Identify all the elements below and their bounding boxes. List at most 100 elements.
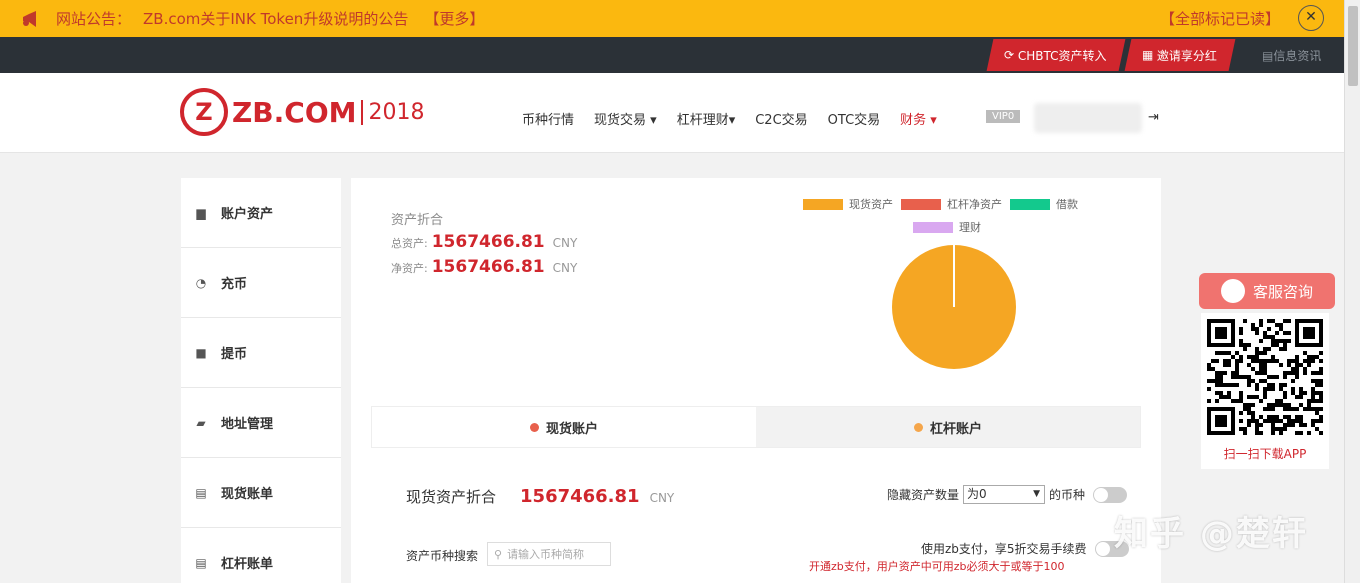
asset-summary-title: 资产折合 [391, 213, 444, 228]
top-bar: ⟳ CHBTC资产转入 ▦ 邀请享分红 ▤信息资讯 [0, 37, 1344, 73]
customer-service-button[interactable]: 客服咨询 [1199, 273, 1335, 309]
legend-label: 理财 [959, 221, 981, 234]
zb-pay-label: 使用zb支付，享5折交易手续费 [921, 542, 1087, 556]
account-tabs: 现货账户 杠杆账户 [371, 406, 1141, 448]
legend-item[interactable]: 借款 [1010, 196, 1078, 212]
sidebar-item-margin-ledger[interactable]: ▤ 杠杆账单 [181, 528, 341, 583]
sidebar-item-assets[interactable]: ▆ 账户资产 [181, 178, 341, 248]
ledger-icon: ▤ [195, 555, 207, 570]
nav-otc[interactable]: OTC交易 [828, 109, 881, 128]
nav-margin[interactable]: 杠杆理财▾ [677, 109, 736, 128]
net-assets-label: 净资产: [391, 262, 428, 275]
total-assets-value: 1567466.81 [431, 232, 545, 252]
main-nav: 币种行情 现货交易 ▾ 杠杆理财▾ C2C交易 OTC交易 财务 ▾ [522, 109, 957, 128]
zb-pay-control: 使用zb支付，享5折交易手续费 [921, 540, 1129, 557]
sidebar-item-deposit[interactable]: ◔ 充币 [181, 248, 341, 318]
net-assets-value: 1567466.81 [431, 257, 545, 277]
tab-label: 现货账户 [545, 421, 598, 437]
gift-icon: ▦ [1142, 48, 1158, 62]
qr-box: 扫一扫下载APP [1201, 313, 1329, 469]
sidebar-item-label: 现货账单 [221, 487, 274, 502]
chart-legend: 现货资产 杠杆净资产 借款理财 [803, 196, 1143, 242]
legend-label: 现货资产 [849, 198, 893, 211]
camera-icon: ▆ [196, 205, 206, 220]
site-logo[interactable]: Z ZB.COM 2018 [180, 88, 425, 136]
spot-asset-currency: CNY [649, 491, 675, 505]
invite-button[interactable]: ▦ 邀请享分红 [1124, 39, 1236, 71]
sidebar-item-label: 提币 [221, 347, 248, 362]
invite-label: 邀请享分红 [1157, 48, 1218, 63]
news-icon: ▤ [1262, 49, 1274, 63]
announcement-bar: 网站公告： ZB.com关于INK Token升级说明的公告 【更多】 【全部标… [0, 0, 1344, 37]
spot-asset-summary: 现货资产折合 1567466.81 CNY [406, 486, 674, 507]
refresh-icon: ⟳ [1004, 48, 1018, 62]
news-label: 信息资讯 [1273, 49, 1322, 63]
legend-swatch [913, 221, 953, 233]
search-input[interactable] [507, 547, 604, 561]
legend-item[interactable]: 杠杆净资产 [901, 196, 1002, 212]
tab-label: 杠杆账户 [929, 421, 982, 437]
sidebar: ▆ 账户资产 ◔ 充币 ■ 提币 ▰ 地址管理 ▤ 现货账单 ▤ 杠杆账单 [181, 178, 341, 583]
sidebar-item-withdraw[interactable]: ■ 提币 [181, 318, 341, 388]
spot-asset-value: 1567466.81 [520, 486, 640, 507]
watermark: 知乎 @楚轩 [1114, 514, 1308, 554]
nav-c2c[interactable]: C2C交易 [755, 109, 807, 128]
announcement-link[interactable]: ZB.com关于INK Token升级说明的公告 [143, 8, 408, 29]
spot-tab-dot [529, 422, 539, 432]
asset-pie-chart [892, 245, 1016, 369]
net-assets-row: 净资产: 1567466.81 CNY [391, 257, 577, 277]
megaphone-icon [23, 10, 36, 27]
logo-mark-icon: Z [180, 88, 228, 136]
hide-assets-control: 隐藏资产数量 为0 ▼ 的币种 [887, 485, 1128, 504]
net-assets-currency: CNY [552, 261, 578, 275]
legend-swatch [1010, 198, 1050, 210]
sidebar-item-label: 充币 [221, 277, 248, 292]
sidebar-item-label: 地址管理 [221, 417, 274, 432]
legend-swatch [803, 198, 843, 210]
toggle-knob [1094, 487, 1109, 502]
hide-assets-select-value: 为0 [967, 487, 987, 501]
vertical-scrollbar[interactable] [1344, 0, 1360, 583]
chevron-down-icon: ▼ [1033, 489, 1041, 499]
briefcase-icon: ■ [195, 345, 207, 360]
margin-tab-dot [913, 422, 923, 432]
sidebar-item-label: 杠杆账单 [221, 557, 274, 572]
zb-pay-note: 开通zb支付，用户资产中可用zb必须大于或等于100 [809, 560, 1065, 573]
wallet-icon: ▰ [196, 415, 206, 430]
total-assets-currency: CNY [552, 236, 578, 250]
customer-service-widget: 客服咨询 扫一扫下载APP [1199, 273, 1335, 469]
hide-assets-toggle[interactable] [1093, 486, 1128, 503]
nav-market[interactable]: 币种行情 [522, 109, 574, 128]
tab-margin-account[interactable]: 杠杆账户 [756, 407, 1140, 447]
sidebar-item-address[interactable]: ▰ 地址管理 [181, 388, 341, 458]
ledger-icon: ▤ [195, 485, 207, 500]
legend-label: 借款 [1056, 198, 1078, 211]
chbtc-transfer-label: CHBTC资产转入 [1017, 48, 1107, 63]
smiley-icon [1220, 279, 1245, 303]
asset-panel: 资产折合 总资产: 1567466.81 CNY 净资产: 1567466.81… [351, 178, 1161, 583]
toggle-knob [1095, 541, 1110, 556]
legend-item[interactable]: 理财 [913, 219, 981, 235]
hide-assets-select[interactable]: 为0 ▼ [963, 485, 1046, 504]
hide-assets-label: 隐藏资产数量 [887, 488, 960, 502]
logout-icon[interactable]: ⇥ [1148, 110, 1159, 125]
scrollbar-thumb[interactable] [1348, 6, 1358, 86]
announcement-label: 网站公告： [56, 10, 132, 28]
total-assets-label: 总资产: [391, 237, 428, 250]
chbtc-transfer-button[interactable]: ⟳ CHBTC资产转入 [986, 39, 1126, 71]
close-icon[interactable]: ✕ [1298, 5, 1324, 31]
news-link[interactable]: ▤信息资讯 [1262, 47, 1321, 64]
mark-all-read-link[interactable]: 【全部标记已读】 [1160, 8, 1280, 29]
nav-spot-trade[interactable]: 现货交易 ▾ [594, 109, 657, 128]
scan-download-label: 扫一扫下载APP [1223, 447, 1307, 461]
spot-asset-label: 现货资产折合 [406, 488, 497, 506]
tab-spot-account[interactable]: 现货账户 [372, 407, 756, 447]
sidebar-item-spot-ledger[interactable]: ▤ 现货账单 [181, 458, 341, 528]
sidebar-item-label: 账户资产 [221, 207, 274, 222]
legend-item[interactable]: 现货资产 [803, 196, 893, 212]
customer-service-label: 客服咨询 [1252, 282, 1313, 301]
username-blurred[interactable] [1034, 103, 1142, 133]
announcement-more-link[interactable]: 【更多】 [424, 8, 484, 29]
nav-finance[interactable]: 财务 ▾ [900, 109, 937, 128]
search-box: ⚲ [487, 542, 611, 566]
